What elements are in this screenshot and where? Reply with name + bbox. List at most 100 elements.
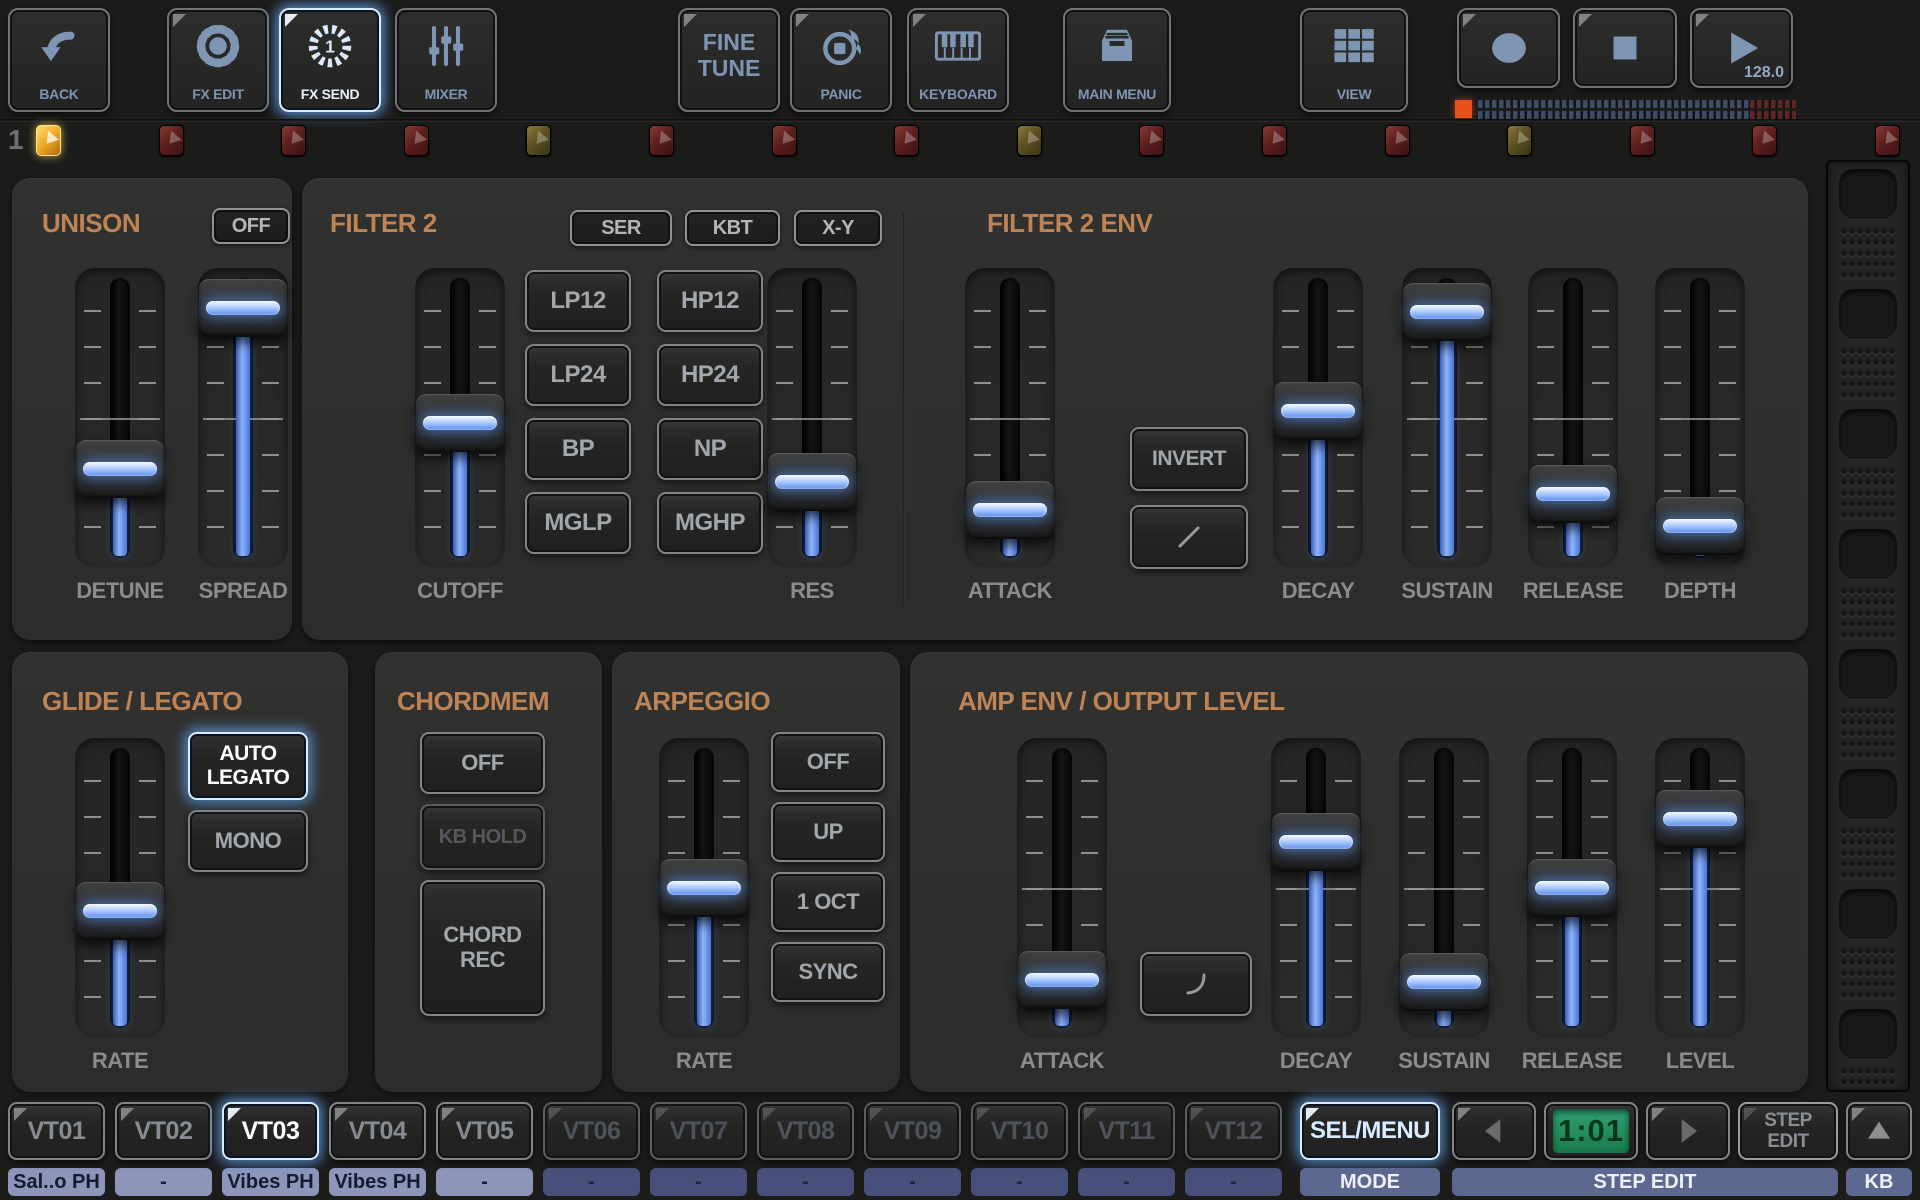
fader-well[interactable] (1655, 268, 1745, 568)
fader-well[interactable] (1017, 738, 1107, 1038)
track-led-6[interactable] (648, 124, 674, 156)
track-led-12[interactable] (1384, 124, 1410, 156)
track-led-13[interactable] (1507, 124, 1533, 156)
track-patch-label-vt11[interactable]: - (1078, 1168, 1175, 1196)
filter-type-mglp-button[interactable]: MGLP (525, 492, 631, 554)
track-patch-label-vt07[interactable]: - (650, 1168, 747, 1196)
track-led-10[interactable] (1139, 124, 1165, 156)
stop-button[interactable] (1573, 8, 1677, 88)
kb-toggle-button[interactable] (1846, 1102, 1912, 1160)
track-button-vt01[interactable]: VT01 (8, 1102, 105, 1160)
track-led-9[interactable] (1016, 124, 1042, 156)
keyboard-button[interactable]: KEYBOARD (907, 8, 1009, 112)
fine-tune-button[interactable]: FINE TUNE (678, 8, 780, 112)
fader-handle[interactable] (966, 481, 1054, 539)
amp-release-fader[interactable]: RELEASE (1522, 738, 1623, 1074)
back-button[interactable]: BACK (8, 8, 110, 112)
right-scrollbar[interactable] (1826, 160, 1910, 1092)
view-button[interactable]: VIEW (1300, 8, 1408, 112)
track-button-vt12[interactable]: VT12 (1185, 1102, 1282, 1160)
track-led-5[interactable] (526, 124, 552, 156)
fader-handle[interactable] (76, 439, 164, 498)
track-button-vt11[interactable]: VT11 (1078, 1102, 1175, 1160)
track-led-15[interactable] (1752, 124, 1778, 156)
pattern-prev-button[interactable] (1452, 1102, 1536, 1160)
track-button-vt10[interactable]: VT10 (971, 1102, 1068, 1160)
chord-rec-button[interactable]: CHORD REC (420, 880, 545, 1016)
filter-type-hp12-button[interactable]: HP12 (657, 270, 763, 332)
track-patch-label-vt10[interactable]: - (971, 1168, 1068, 1196)
filter-env-sustain-fader[interactable]: SUSTAIN (1401, 268, 1493, 604)
track-button-vt08[interactable]: VT08 (757, 1102, 854, 1160)
auto-legato-button[interactable]: AUTO LEGATO (188, 732, 308, 800)
filter2-xy-button[interactable]: X-Y (794, 210, 882, 246)
chordmem-off-button[interactable]: OFF (420, 732, 545, 794)
filter-type-hp24-button[interactable]: HP24 (657, 344, 763, 406)
mono-button[interactable]: MONO (188, 810, 308, 872)
mixer-button[interactable]: MIXER (395, 8, 497, 112)
arpeggio-1oct-button[interactable]: 1 OCT (771, 872, 885, 932)
track-led-7[interactable] (771, 124, 797, 156)
amp-sustain-fader[interactable]: SUSTAIN (1398, 738, 1490, 1074)
glide-rate-fader[interactable]: RATE (75, 738, 165, 1074)
fader-handle[interactable] (1274, 382, 1362, 441)
filter2-ser-button[interactable]: SER (570, 210, 672, 246)
filter-env-attack-fader[interactable]: ATTACK (965, 268, 1055, 604)
fx-send-button[interactable]: 1 FX SEND (279, 8, 381, 112)
output-level-fader[interactable]: LEVEL (1655, 738, 1745, 1074)
fader-well[interactable] (198, 268, 288, 568)
fader-well[interactable] (659, 738, 749, 1038)
track-patch-label-vt05[interactable]: - (436, 1168, 533, 1196)
track-patch-label-vt01[interactable]: Sal..o PH (8, 1168, 105, 1196)
fader-well[interactable] (1655, 738, 1745, 1038)
track-patch-label-vt04[interactable]: Vibes PH (329, 1168, 426, 1196)
track-button-vt03[interactable]: VT03 (222, 1102, 319, 1160)
track-led-2[interactable] (158, 124, 184, 156)
filter-type-np-button[interactable]: NP (657, 418, 763, 480)
main-menu-button[interactable]: MAIN MENU (1063, 8, 1171, 112)
fader-well[interactable] (1528, 268, 1618, 568)
amp-env-curve-button[interactable] (1140, 952, 1252, 1016)
resonance-fader[interactable]: RES (767, 268, 857, 604)
arpeggio-up-button[interactable]: UP (771, 802, 885, 862)
arpeggio-sync-button[interactable]: SYNC (771, 942, 885, 1002)
cutoff-fader[interactable]: CUTOFF (415, 268, 505, 604)
amp-attack-fader[interactable]: ATTACK (1017, 738, 1107, 1074)
fader-well[interactable] (415, 268, 505, 568)
sel-menu-button[interactable]: SEL/MENU (1300, 1102, 1440, 1160)
fader-handle[interactable] (1656, 790, 1744, 848)
pattern-next-button[interactable] (1646, 1102, 1730, 1160)
track-patch-label-vt08[interactable]: - (757, 1168, 854, 1196)
track-led-11[interactable] (1261, 124, 1287, 156)
track-button-vt02[interactable]: VT02 (115, 1102, 212, 1160)
arpeggio-off-button[interactable]: OFF (771, 732, 885, 792)
detune-fader[interactable]: DETUNE (75, 268, 165, 604)
track-led-1[interactable] (36, 124, 61, 156)
track-button-vt07[interactable]: VT07 (650, 1102, 747, 1160)
fader-well[interactable] (75, 268, 165, 568)
filter-env-decay-fader[interactable]: DECAY (1273, 268, 1363, 604)
fader-well[interactable] (75, 738, 165, 1038)
track-led-14[interactable] (1629, 124, 1655, 156)
track-led-3[interactable] (281, 124, 307, 156)
fader-well[interactable] (965, 268, 1055, 568)
fader-well[interactable] (1273, 268, 1363, 568)
unison-off-button[interactable]: OFF (212, 208, 290, 244)
fader-well[interactable] (1402, 268, 1492, 568)
track-patch-label-vt03[interactable]: Vibes PH (222, 1168, 319, 1196)
fader-well[interactable] (1271, 738, 1361, 1038)
filter-env-slope-button[interactable] (1130, 505, 1248, 569)
track-led-16[interactable] (1874, 124, 1900, 156)
fader-well[interactable] (1399, 738, 1489, 1038)
chordmem-kb-hold-button[interactable]: KB HOLD (420, 804, 545, 870)
filter-type-lp12-button[interactable]: LP12 (525, 270, 631, 332)
step-edit-button[interactable]: STEP EDIT (1738, 1102, 1838, 1160)
fader-handle[interactable] (1400, 953, 1488, 1012)
arpeggio-rate-fader[interactable]: RATE (659, 738, 749, 1074)
filter-type-bp-button[interactable]: BP (525, 418, 631, 480)
track-button-vt09[interactable]: VT09 (864, 1102, 961, 1160)
fader-handle[interactable] (768, 453, 856, 512)
filter-type-mghp-button[interactable]: MGHP (657, 492, 763, 554)
fader-handle[interactable] (1272, 813, 1360, 871)
track-button-vt06[interactable]: VT06 (543, 1102, 640, 1160)
